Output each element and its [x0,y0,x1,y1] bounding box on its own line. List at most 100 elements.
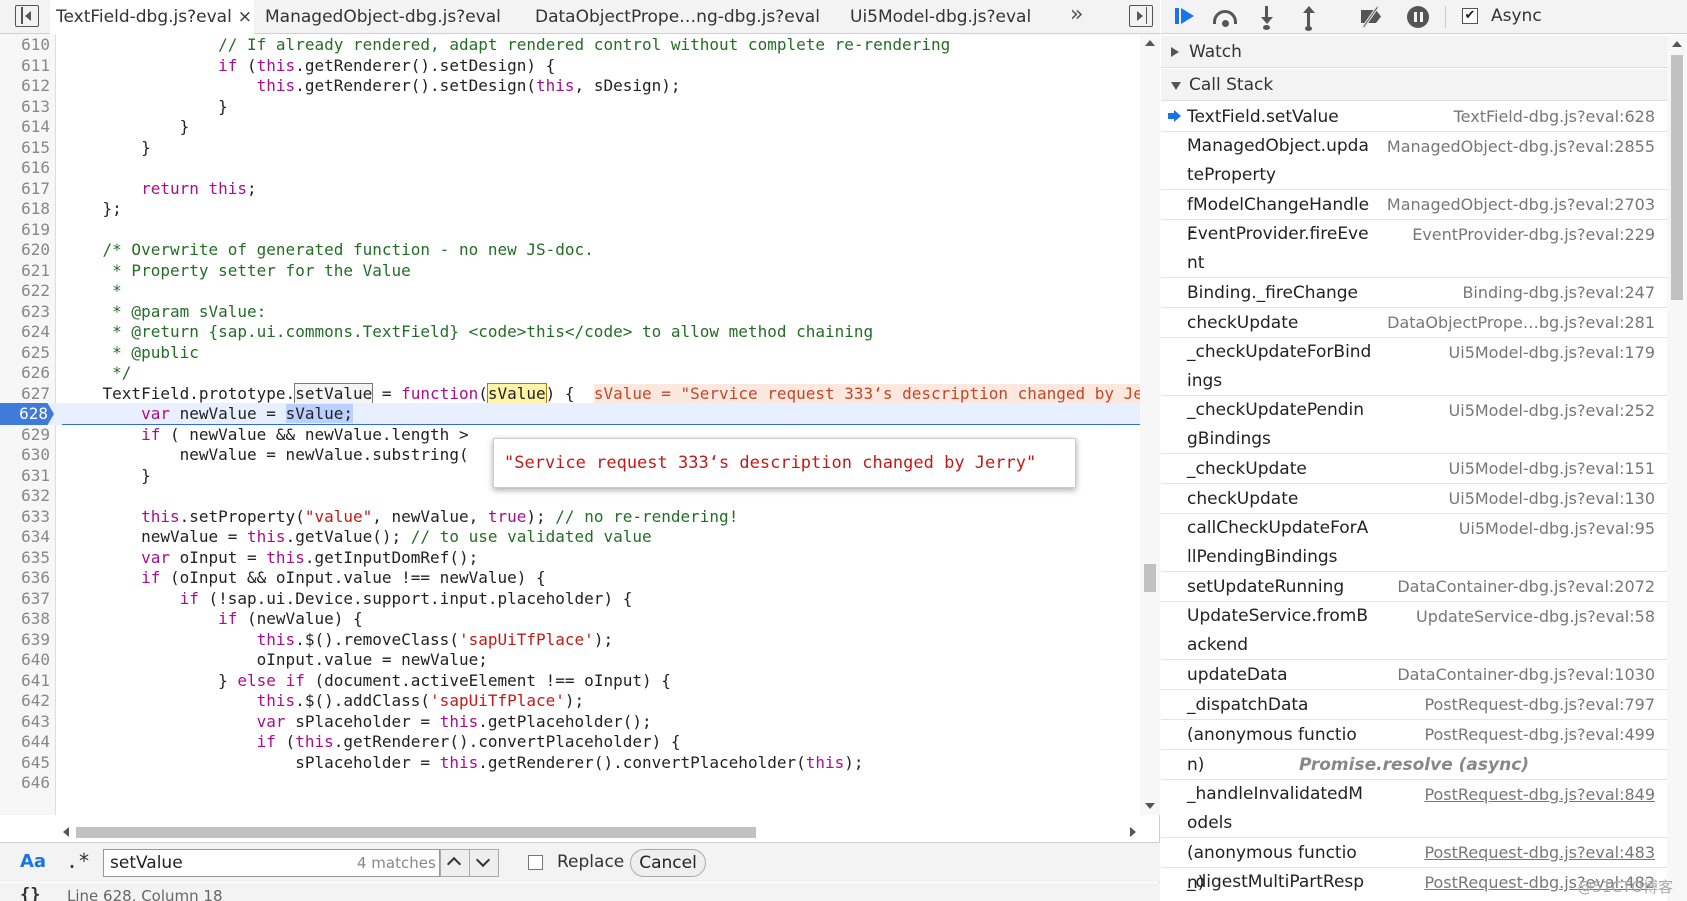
code-line[interactable]: 616 [0,157,1140,179]
line-number[interactable]: 613 [0,96,50,118]
more-tabs-icon[interactable]: » [1070,0,1083,30]
frame-location-link[interactable]: ManagedObject-dbg.js?eval:2703 [1387,195,1655,215]
call-frame[interactable]: _checkUpdatePendingBindings Ui5Model-dbg.… [1161,396,1667,454]
tab-textfield[interactable]: TextField-dbg.js?eval × [50,0,254,34]
frame-location-link[interactable]: Ui5Model-dbg.js?eval:151 [1449,459,1655,479]
code-line[interactable]: 626 */ [0,362,1140,384]
code-line[interactable]: 627 TextField.prototype.setValue = funct… [0,382,1160,405]
line-number[interactable]: 642 [0,690,50,712]
code-line[interactable]: 624 * @return {sap.ui.commons.TextField}… [0,321,1140,343]
replace-checkbox[interactable] [528,855,543,870]
watch-section-header[interactable]: Watch [1161,36,1667,68]
tab-managedobject[interactable]: ManagedObject-dbg.js?eval [265,0,501,34]
call-frame[interactable]: _checkUpdate Ui5Model-dbg.js?eval:151 [1161,454,1667,484]
frame-location-link[interactable]: PostRequest-dbg.js?eval:849 [1424,785,1655,805]
line-number[interactable]: 620 [0,239,50,261]
code-line[interactable]: 641 } else if (document.activeElement !=… [0,670,1140,692]
line-number[interactable]: 632 [0,485,50,507]
line-number[interactable]: 614 [0,116,50,138]
frame-location-link[interactable]: Ui5Model-dbg.js?eval:179 [1449,343,1655,363]
line-number[interactable]: 645 [0,752,50,774]
next-match-button[interactable] [469,849,499,877]
line-number[interactable]: 628 [0,403,54,425]
sidebar-scrollbar[interactable] [1667,35,1687,901]
frame-location-link[interactable]: DataContainer-dbg.js?eval:2072 [1397,577,1655,597]
scrollbar-thumb[interactable] [76,827,756,838]
code-line[interactable]: 621 * Property setter for the Value [0,260,1140,282]
debugger-toggle-icon[interactable] [1129,5,1153,27]
frame-location-link[interactable]: PostRequest-dbg.js?eval:797 [1424,695,1655,715]
code-line[interactable]: 636 if (oInput && oInput.value !== newVa… [0,567,1140,589]
line-number[interactable]: 615 [0,137,50,159]
line-number[interactable]: 644 [0,731,50,753]
call-frame[interactable]: ManagedObject.updateProperty ManagedObjec… [1161,132,1667,190]
line-number[interactable]: 612 [0,75,50,97]
line-number[interactable]: 637 [0,588,50,610]
call-frame[interactable]: setUpdateRunning DataContainer-dbg.js?eva… [1161,572,1667,602]
line-number[interactable]: 625 [0,342,50,364]
frame-location-link[interactable]: PostRequest-dbg.js?eval:483 [1424,843,1655,863]
scrollbar-thumb[interactable] [1144,564,1156,592]
code-line-current[interactable]: 628 var newValue = sValue; [0,403,1140,425]
code-line[interactable]: 625 * @public [0,342,1140,364]
code-line[interactable]: 640 oInput.value = newValue; [0,649,1140,671]
line-number[interactable]: 643 [0,711,50,733]
code-line[interactable]: 642 this.$().addClass('sapUiTfPlace'); [0,690,1140,712]
code-line[interactable]: 637 if (!sap.ui.Device.support.input.pla… [0,588,1140,610]
frame-location-link[interactable]: TextField-dbg.js?eval:628 [1454,107,1655,127]
code-line[interactable]: 639 this.$().removeClass('sapUiTfPlace')… [0,629,1140,651]
line-number[interactable]: 616 [0,157,50,179]
frame-location-link[interactable]: Binding-dbg.js?eval:247 [1462,283,1655,303]
line-number[interactable]: 624 [0,321,50,343]
code-line[interactable]: 615 } [0,137,1140,159]
editor-horizontal-scrollbar[interactable] [60,824,1140,840]
code-line[interactable]: 646 [0,772,1140,794]
call-frame[interactable]: _dispatchData PostRequest-dbg.js?eval:797 [1161,690,1667,720]
scroll-right-icon[interactable] [1130,827,1136,837]
call-frame[interactable]: callCheckUpdateForAllPendingBindings Ui5M… [1161,514,1667,572]
editor-vertical-scrollbar[interactable] [1140,34,1160,815]
step-over-icon[interactable] [1211,4,1243,30]
close-icon[interactable]: × [238,7,252,27]
line-number[interactable]: 636 [0,567,50,589]
code-line[interactable]: 618 }; [0,198,1140,220]
code-line[interactable]: 614 } [0,116,1140,138]
line-number[interactable]: 638 [0,608,50,630]
line-number[interactable]: 618 [0,198,50,220]
tab-dataobjectproperty[interactable]: DataObjectPrope…ng-dbg.js?eval [535,0,820,34]
code-line[interactable]: 619 [0,219,1140,241]
code-line[interactable]: 620 /* Overwrite of generated function -… [0,239,1140,261]
code-editor[interactable]: 610 // If already rendered, adapt render… [0,34,1160,815]
line-number[interactable]: 633 [0,506,50,528]
call-frame[interactable]: _handleInvalidatedModels PostRequest-dbg.… [1161,780,1667,838]
line-number[interactable]: 641 [0,670,50,692]
frame-location-link[interactable]: Ui5Model-dbg.js?eval:252 [1449,401,1655,421]
frame-location-link[interactable]: UpdateService-dbg.js?eval:58 [1416,607,1655,627]
match-case-button[interactable]: Aa [20,851,46,872]
line-number[interactable]: 610 [0,34,50,56]
code-line[interactable]: 613 } [0,96,1140,118]
frame-location-link[interactable]: DataContainer-dbg.js?eval:1030 [1397,665,1655,685]
code-line[interactable]: 633 this.setProperty("value", newValue, … [0,506,1140,528]
call-frame[interactable]: (anonymous function) PostRequest-dbg.js?e… [1161,720,1667,775]
line-number[interactable]: 619 [0,219,50,241]
line-number[interactable]: 646 [0,772,50,794]
call-frame[interactable]: (anonymous function) PostRequest-dbg.js?e… [1161,838,1667,893]
code-line[interactable]: 632 [0,485,1140,507]
code-line[interactable]: 611 if (this.getRenderer().setDesign) { [0,55,1140,77]
line-number[interactable]: 629 [0,424,50,446]
pretty-print-icon[interactable]: {} [20,885,40,901]
line-number[interactable]: 631 [0,465,50,487]
deactivate-breakpoints-icon[interactable] [1357,4,1387,30]
cancel-button[interactable]: Cancel [630,849,706,877]
frame-location-link[interactable]: Ui5Model-dbg.js?eval:95 [1459,519,1655,539]
code-line[interactable]: 644 if (this.getRenderer().convertPlaceh… [0,731,1140,753]
code-line[interactable]: 635 var oInput = this.getInputDomRef(); [0,547,1140,569]
scroll-left-icon[interactable] [63,827,69,837]
code-line[interactable]: 622 * [0,280,1140,302]
regex-button[interactable]: .* [66,849,90,873]
line-number[interactable]: 635 [0,547,50,569]
call-frame[interactable]: TextField.setValue TextField-dbg.js?eval:… [1161,102,1667,132]
code-line[interactable]: 645 sPlaceholder = this.getRenderer().co… [0,752,1140,774]
line-number[interactable]: 611 [0,55,50,77]
